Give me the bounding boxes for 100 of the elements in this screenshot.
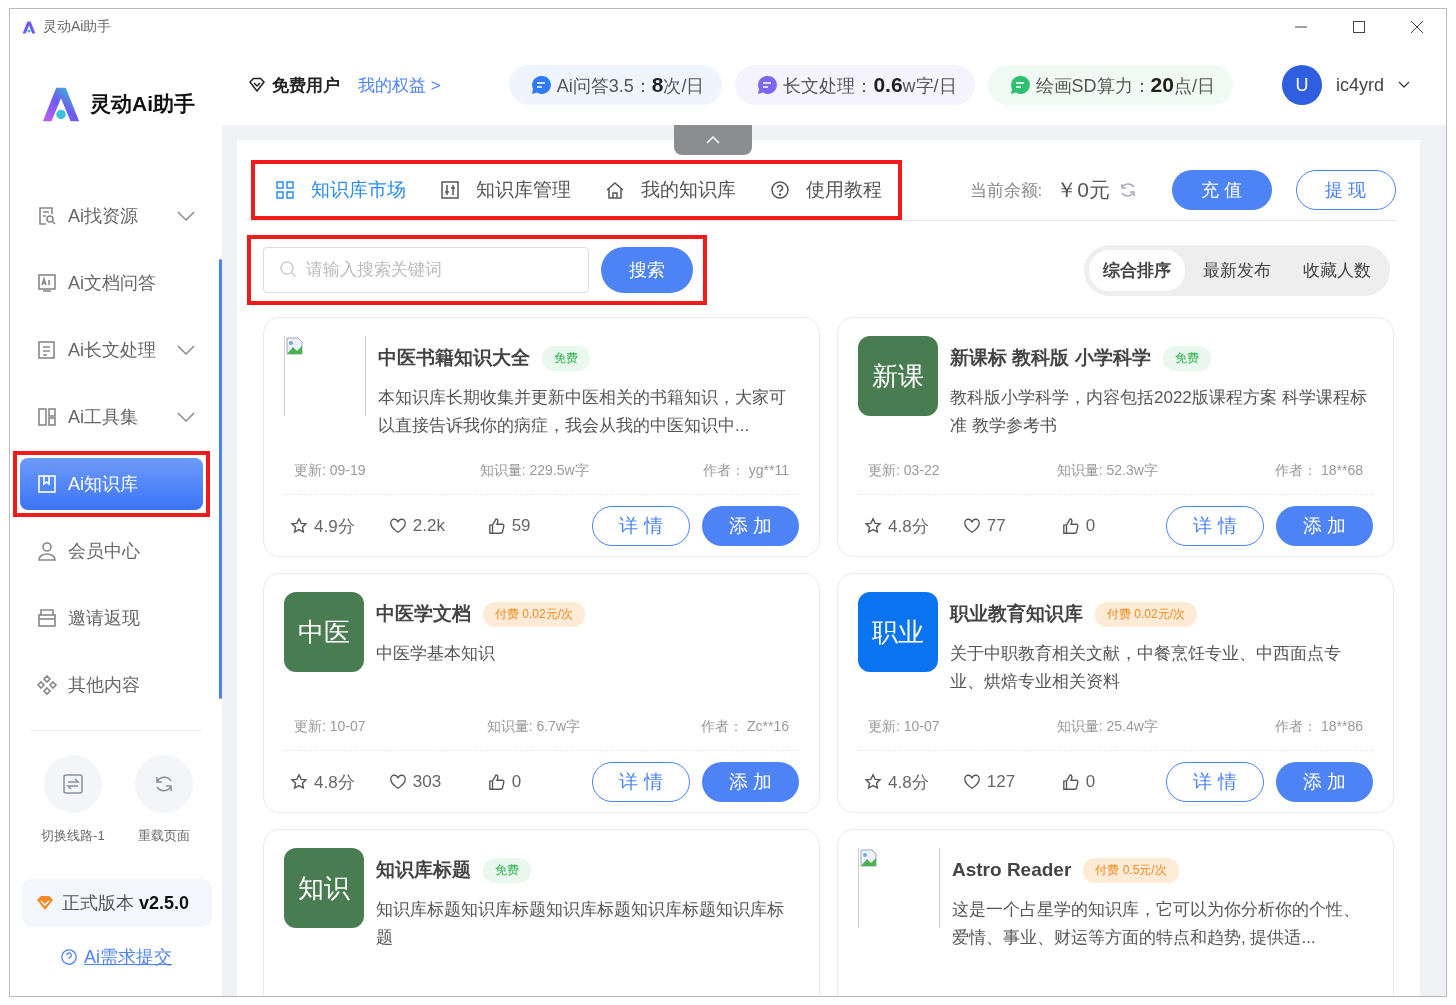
detail-button[interactable]: 详 情 <box>592 506 690 546</box>
price-tag: 付费 0.5元/次 <box>1083 857 1179 883</box>
thumbs-up-icon[interactable] <box>487 773 506 791</box>
card-title: 中医书籍知识大全 <box>378 346 530 370</box>
benefits-link[interactable]: 我的权益 > <box>358 73 441 97</box>
sidebar-item[interactable]: 其他内容 <box>20 659 203 711</box>
update-date: 更新: 03-22 <box>868 462 940 480</box>
user-avatar[interactable]: U <box>1282 65 1322 105</box>
search-icon <box>279 260 297 278</box>
chevron-down-icon <box>177 344 195 356</box>
star-icon <box>864 773 882 791</box>
search-field[interactable]: 请输入搜索关键词 <box>263 247 589 293</box>
add-button[interactable]: 添 加 <box>1275 506 1373 546</box>
thumbs-up-icon[interactable] <box>1061 773 1080 791</box>
heart-icon[interactable] <box>388 517 407 535</box>
maximize-icon[interactable] <box>1352 20 1366 34</box>
price-tag: 付费 0.02元/次 <box>483 601 586 627</box>
heart-icon[interactable] <box>962 773 981 791</box>
chevron-down-icon[interactable] <box>1398 81 1410 89</box>
add-button[interactable]: 添 加 <box>1275 762 1373 802</box>
user-level: 免费用户 <box>272 74 340 97</box>
tab[interactable]: 我的知识库 <box>605 177 736 203</box>
home-icon <box>605 180 625 200</box>
star-icon <box>290 517 308 535</box>
chevron-down-icon <box>177 210 195 222</box>
sidebar-item[interactable]: Ai工具集 <box>20 391 203 443</box>
card-description: 本知识库长期收集并更新中医相关的书籍知识，大家可以直接告诉我你的病症，我会从我的中医知识中... <box>378 387 787 437</box>
knowledge-size: 知识量: 25.4w字 <box>1056 718 1158 736</box>
close-icon[interactable] <box>1410 20 1424 34</box>
document-icon <box>36 272 58 294</box>
sidebar-item[interactable]: 邀请返现 <box>20 592 203 644</box>
sidebar-item[interactable]: Ai找资源 <box>20 190 203 242</box>
star-icon <box>864 517 882 535</box>
sort-tab[interactable]: 收藏人数 <box>1289 249 1385 291</box>
like-count: 59 <box>511 516 531 536</box>
sidebar-item[interactable]: Ai长文处理 <box>20 324 203 376</box>
inbox-icon <box>36 607 58 629</box>
user-icon <box>36 540 58 562</box>
price-tag: 免费 <box>483 857 531 883</box>
quota-text: 长文处理：0.6w字/日 <box>783 72 957 98</box>
sidebar-item[interactable]: Ai知识库 <box>20 458 203 510</box>
help-icon <box>770 180 790 200</box>
user-name[interactable]: ic4yrd <box>1336 74 1384 96</box>
quota-text: Ai问答3.5：8次/日 <box>556 72 705 98</box>
tab[interactable]: 知识库市场 <box>275 177 406 203</box>
thumbs-up-icon[interactable] <box>1061 517 1080 535</box>
app-logo-icon <box>21 19 37 35</box>
update-date: 更新: 10-07 <box>868 718 940 736</box>
recharge-button[interactable]: 充 值 <box>1172 170 1272 210</box>
diamond-icon <box>36 894 54 912</box>
detail-button[interactable]: 详 情 <box>1166 762 1264 802</box>
heart-icon[interactable] <box>388 773 407 791</box>
author: 作者： yg**11 <box>702 462 789 480</box>
knowledge-size: 知识量: 229.5w字 <box>479 462 589 480</box>
price-tag: 免费 <box>1162 345 1211 371</box>
update-date: 更新: 10-07 <box>294 718 366 736</box>
add-button[interactable]: 添 加 <box>701 506 799 546</box>
switch-icon <box>60 772 85 796</box>
tab[interactable]: 使用教程 <box>770 177 882 203</box>
cover-tile: 知识 <box>284 848 364 928</box>
rating: 4.8分 <box>314 771 355 794</box>
scrollbar[interactable] <box>219 259 222 699</box>
window-title: 灵动Ai助手 <box>43 18 112 36</box>
version-text: 正式版本 v2.5.0 <box>62 892 190 915</box>
feedback-link[interactable]: Ai需求提交 <box>84 945 172 969</box>
detail-button[interactable]: 详 情 <box>592 762 690 802</box>
card-description: 中医学基本知识 <box>376 643 496 665</box>
price-tag: 付费 0.02元/次 <box>1095 601 1198 627</box>
diamonds-icon <box>36 674 58 696</box>
tab[interactable]: 知识库管理 <box>440 177 571 203</box>
author: 作者： Zc**16 <box>701 718 789 736</box>
card-description: 这是一个占星学的知识库，它可以为你分析你的个性、爱情、事业、财运等方面的特点和趋势, 提供适... <box>952 899 1361 949</box>
sort-tab[interactable]: 综合排序 <box>1089 249 1185 291</box>
favorite-count: 77 <box>986 516 1006 536</box>
chevron-down-icon <box>177 411 195 423</box>
detail-button[interactable]: 详 情 <box>1166 506 1264 546</box>
help-icon <box>60 948 78 966</box>
thumbs-up-icon[interactable] <box>487 517 506 535</box>
sort-tab[interactable]: 最新发布 <box>1189 249 1285 291</box>
knowledge-size: 知识量: 52.3w字 <box>1056 462 1158 480</box>
favorite-count: 127 <box>986 772 1016 792</box>
card-title: 中医学文档 <box>376 602 471 626</box>
chevron-up-icon <box>706 136 720 144</box>
sidebar-item[interactable]: Ai文档问答 <box>20 257 203 309</box>
cover-tile: 新课 <box>858 336 938 416</box>
add-button[interactable]: 添 加 <box>701 762 799 802</box>
rating: 4.8分 <box>888 515 929 538</box>
sidebar-item[interactable]: 会员中心 <box>20 525 203 577</box>
star-icon <box>290 773 308 791</box>
card-description: 关于中职教育相关文献，中餐烹饪专业、中西面点专业、烘焙专业相关资料 <box>950 643 1342 693</box>
rating: 4.9分 <box>314 515 355 538</box>
action-label: 重载页面 <box>137 827 190 845</box>
cover-tile: 职业 <box>858 592 938 672</box>
balance-label: 当前余额: <box>969 179 1043 202</box>
heart-icon[interactable] <box>962 517 981 535</box>
withdraw-button[interactable]: 提 现 <box>1296 170 1396 210</box>
update-date: 更新: 09-19 <box>294 462 366 480</box>
price-tag: 免费 <box>542 345 590 371</box>
search-button[interactable]: 搜索 <box>601 247 693 293</box>
favorite-count: 2.2k <box>412 516 445 536</box>
